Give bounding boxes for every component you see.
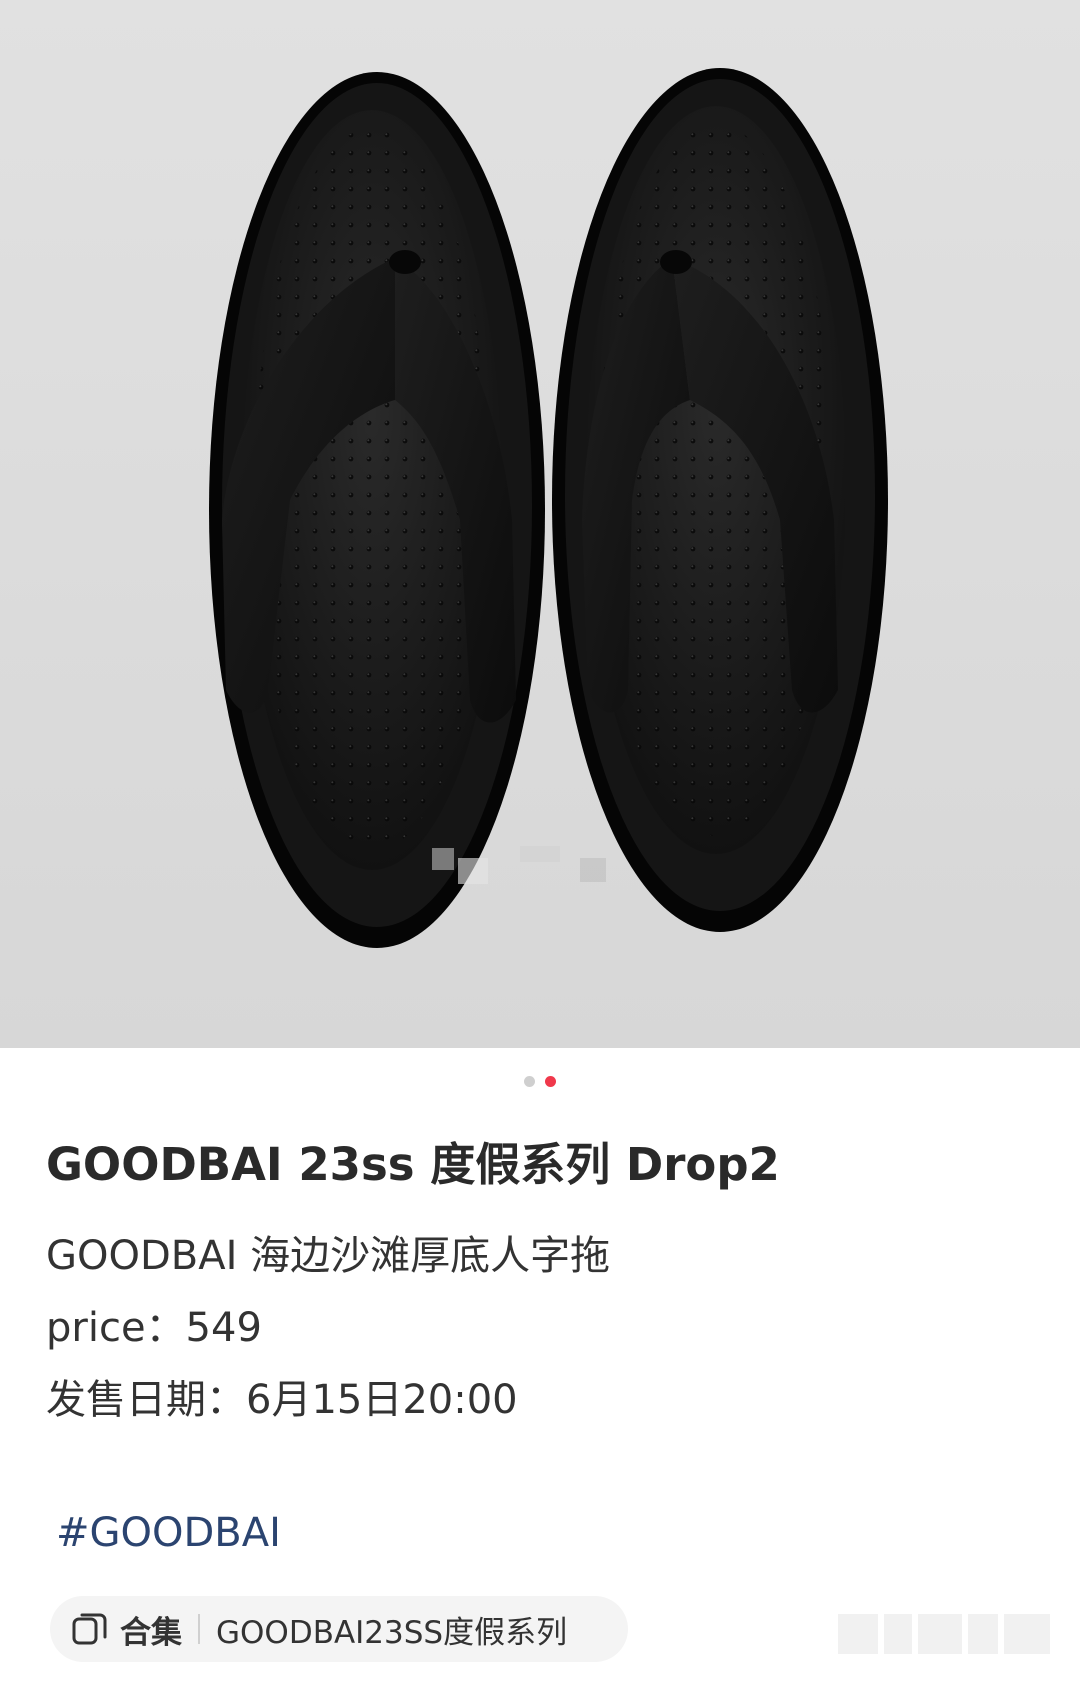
product-name: GOODBAI 海边沙滩厚底人字拖 [46,1233,611,1279]
carousel-dot-active[interactable] [545,1076,556,1087]
collection-label: 合集 [120,1614,182,1651]
collection-icon [72,1613,107,1645]
right-sandal [552,68,888,932]
price-line: price：549 [46,1305,262,1351]
hashtag-link[interactable]: #GOODBAI [56,1510,281,1556]
divider [198,1614,200,1644]
blurred-watermark [838,1612,1066,1656]
release-date-line: 发售日期：6月15日20:00 [46,1377,518,1423]
post-title: GOODBAI 23ss 度假系列 Drop2 [46,1138,780,1191]
sandals-image [209,68,888,948]
carousel-dot[interactable] [524,1076,535,1087]
collection-chip[interactable]: 合集 GOODBAI23SS度假系列 [50,1596,628,1662]
product-photo[interactable] [0,0,1080,1048]
left-sandal [209,72,545,948]
carousel-indicator[interactable] [0,1076,1080,1087]
collection-name: GOODBAI23SS度假系列 [216,1614,568,1651]
